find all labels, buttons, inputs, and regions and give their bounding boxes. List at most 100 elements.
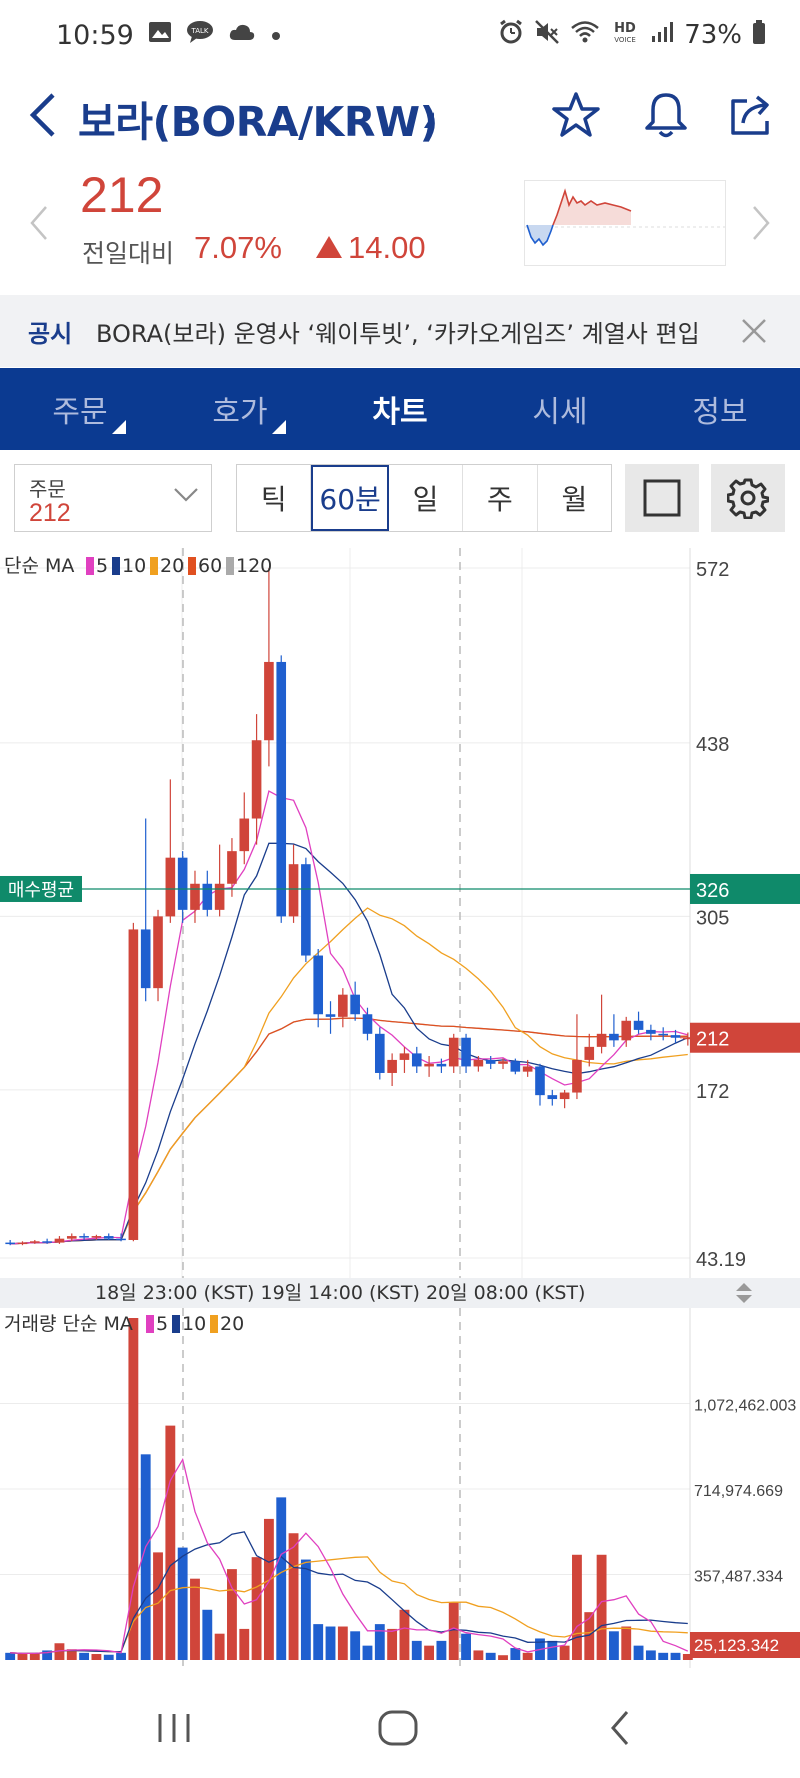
legend-period: 10 — [122, 555, 146, 577]
volume-bar — [202, 1609, 213, 1660]
status-time: 10:59 — [56, 19, 134, 51]
volume-bar — [658, 1652, 669, 1660]
candle — [448, 1033, 459, 1073]
next-coin-button[interactable] — [750, 202, 772, 253]
notice-text[interactable]: BORA(보라) 운영사 ‘웨이투빗’, ‘카카오게임즈’ 계열사 편입 — [96, 314, 716, 349]
volume-bar — [79, 1652, 90, 1660]
bell-icon — [645, 93, 687, 138]
volume-bar — [116, 1652, 126, 1660]
notice-bar[interactable]: 공시 BORA(보라) 운영사 ‘웨이투빗’, ‘카카오게임즈’ 계열사 편입 — [0, 295, 800, 367]
notice-close-button[interactable] — [734, 311, 774, 351]
period-60min[interactable]: 60분 — [311, 465, 389, 531]
main-tabs: 주문 호가 차트 시세 정보 — [0, 368, 800, 450]
status-bar: 10:59 TALK HD VOICE 73% — [0, 0, 800, 70]
candle-body — [498, 1061, 508, 1064]
volume-bar — [313, 1624, 324, 1660]
tab-info[interactable]: 정보 — [640, 368, 800, 450]
candle-body — [510, 1061, 521, 1072]
notice-tag: 공시 — [28, 319, 73, 348]
volume-bar — [374, 1624, 385, 1660]
candle — [350, 981, 360, 1021]
tab-order[interactable]: 주문 — [0, 368, 160, 450]
favorite-button[interactable] — [546, 82, 606, 148]
legend-swatch — [210, 1315, 218, 1333]
candle — [313, 949, 324, 1028]
candle — [424, 1056, 434, 1077]
volume-bar — [29, 1653, 40, 1660]
volume-bar — [572, 1554, 582, 1660]
candle — [399, 1046, 410, 1073]
battery-icon — [752, 19, 766, 52]
candle-body — [116, 1238, 126, 1241]
candle-body — [485, 1059, 496, 1064]
candle-body — [670, 1035, 681, 1038]
volume-chart[interactable]: 1,072,462.003 714,974.669 357,487.334 25,12… — [0, 1308, 800, 1668]
change-amount: 14.00 — [316, 230, 426, 266]
order-price-select[interactable]: 주문 212 — [14, 464, 212, 532]
system-back-button[interactable] — [580, 1700, 660, 1756]
recent-apps-button[interactable] — [134, 1700, 214, 1756]
candle-body — [646, 1029, 656, 1034]
price-summary: 212 전일대비 7.07% 14.00 — [0, 162, 800, 292]
y-tick-label: 357,487.334 — [694, 1569, 783, 1586]
svg-text:HD: HD — [614, 21, 636, 36]
tab-quotes[interactable]: 시세 — [480, 368, 640, 450]
time-axis: 18일 23:00 (KST) 19일 14:00 (KST) 20일 08:0… — [0, 1278, 800, 1308]
candle — [374, 1027, 385, 1080]
candle-body — [17, 1242, 28, 1245]
volume-bar — [399, 1609, 410, 1660]
tab-orderbook[interactable]: 호가 — [160, 368, 320, 450]
volume-ma-legend: 거래량 단순 MA 5 10 20 — [4, 1313, 244, 1335]
period-month[interactable]: 월 — [538, 465, 611, 531]
tab-chart[interactable]: 차트 — [320, 368, 480, 450]
home-button[interactable] — [358, 1700, 438, 1756]
legend-swatch — [188, 557, 196, 575]
dot-icon — [270, 23, 282, 48]
candle — [535, 1063, 545, 1106]
battery-percent: 73% — [684, 20, 742, 50]
period-week[interactable]: 주 — [463, 465, 538, 531]
volume-bar — [547, 1640, 558, 1660]
alert-button[interactable] — [636, 82, 696, 148]
current-volume-value: 25,123.342 — [694, 1636, 779, 1655]
volume-bar — [633, 1645, 644, 1660]
volume-bar — [498, 1655, 508, 1660]
title-dropdown-caret[interactable] — [424, 112, 434, 128]
chart-settings-button[interactable] — [711, 464, 785, 532]
candle-body — [276, 661, 287, 917]
volume-bar — [608, 1631, 619, 1660]
chart-toolbar: 주문 212 틱 60분 일 주 월 — [0, 462, 800, 534]
period-tick[interactable]: 틱 — [237, 465, 312, 531]
period-day[interactable]: 일 — [389, 465, 464, 531]
volume-bar — [670, 1652, 681, 1660]
volume-bar — [645, 1650, 656, 1660]
chart-area[interactable]: 매수평균 326 212 572 438 305 172 43.19 단순 MA 5 10 20 60 1… — [0, 548, 800, 1668]
volume-bar — [350, 1631, 361, 1660]
candle-body — [338, 994, 348, 1017]
fullscreen-button[interactable] — [625, 464, 699, 532]
candle-body — [559, 1092, 570, 1100]
share-button[interactable] — [722, 82, 782, 148]
candle-body — [350, 994, 360, 1015]
candle-body — [658, 1033, 669, 1036]
price-chart[interactable]: 매수평균 326 212 572 438 305 172 43.19 단순 MA 5 10 20 60 1… — [0, 548, 800, 1278]
legend-period: 20 — [160, 555, 184, 577]
tab-order-label: 주문 — [52, 395, 108, 430]
cloud-icon — [228, 22, 256, 48]
prev-coin-button[interactable] — [28, 202, 50, 253]
volume-bar — [559, 1645, 570, 1660]
volume-bar — [91, 1654, 102, 1660]
candle-body — [251, 740, 262, 819]
candle — [214, 844, 225, 917]
ma10-line — [10, 842, 689, 1245]
page-title[interactable]: 보라(BORA/KRW) — [78, 88, 438, 148]
wifi-icon — [570, 20, 600, 51]
volume-bar — [288, 1533, 299, 1660]
y-tick-label: 572 — [696, 559, 729, 581]
tab-chart-label: 차트 — [372, 395, 428, 430]
back-button[interactable] — [20, 80, 64, 150]
candle-body — [461, 1037, 471, 1067]
y-tick-label: 305 — [696, 907, 729, 929]
candle-body — [54, 1238, 65, 1243]
candle — [128, 922, 139, 1242]
